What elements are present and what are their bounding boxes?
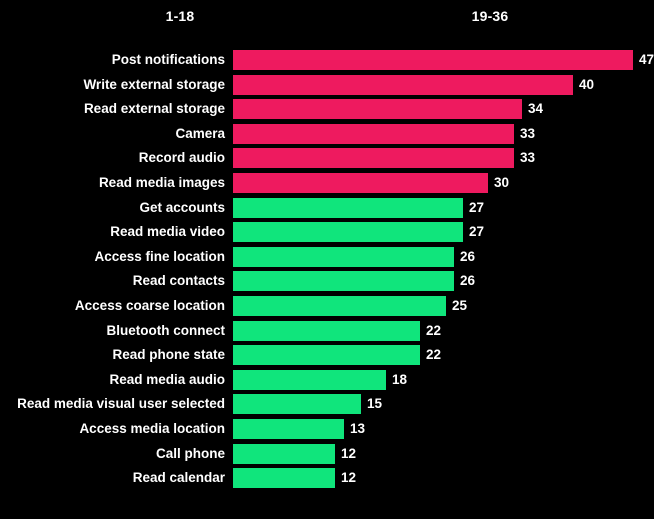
bar-category-label: Read contacts	[132, 273, 225, 289]
bar-value-label: 15	[367, 396, 383, 412]
bar[interactable]	[233, 419, 344, 439]
bar-category-label: Read media video	[110, 224, 225, 240]
bar-value-label: 12	[341, 470, 357, 486]
bar[interactable]	[233, 222, 463, 243]
bar-value-label: 12	[341, 445, 357, 461]
bar-value-label: 40	[579, 76, 595, 92]
bar-row: Camera 33	[0, 123, 654, 144]
group-header-1-18: 1-18	[165, 8, 195, 24]
bar-value-label: 26	[460, 248, 476, 264]
bar[interactable]	[233, 173, 488, 193]
bar-row: Read external storage 34	[0, 99, 654, 120]
bar-row: Access fine location 26	[0, 246, 654, 267]
bar-value-label: 27	[469, 224, 485, 240]
bar[interactable]	[233, 345, 420, 366]
bar-value-label: 18	[392, 371, 408, 387]
bar-value-label: 22	[426, 322, 442, 338]
bar-category-label: Call phone	[155, 445, 225, 461]
bar[interactable]	[233, 50, 633, 70]
bar-value-label: 13	[350, 421, 366, 436]
bar[interactable]	[233, 74, 573, 95]
bar-row: Read phone state 22	[0, 345, 654, 366]
bar-value-label: 26	[460, 273, 476, 289]
bar[interactable]	[233, 123, 514, 144]
bar-value-label: 34	[528, 101, 544, 117]
bar-row: Read media images 30	[0, 173, 654, 193]
bar[interactable]	[233, 197, 463, 218]
bar-row: Post notifications 47	[0, 50, 654, 70]
bar-category-label: Record audio	[138, 150, 225, 166]
bar-value-label: 22	[426, 347, 442, 363]
bar-value-label: 30	[494, 175, 510, 190]
bar-category-label: Bluetooth connect	[106, 322, 226, 338]
bar[interactable]	[233, 468, 335, 489]
bar-row: Get accounts 27	[0, 197, 654, 218]
bar-row: Access media location 13	[0, 419, 654, 439]
bar-category-label: Post notifications	[111, 52, 225, 67]
bar-category-label: Access coarse location	[74, 298, 225, 313]
bar-row: Read media video 27	[0, 222, 654, 243]
bar-value-label: 25	[452, 298, 468, 313]
bar[interactable]	[233, 394, 361, 415]
bar-value-label: 33	[520, 150, 536, 166]
bar-category-label: Read media images	[98, 175, 225, 190]
bar-category-label: Read calendar	[132, 470, 225, 486]
bar-value-label: 47	[639, 52, 654, 67]
bar-value-label: 33	[520, 125, 536, 141]
bar-category-label: Get accounts	[139, 199, 225, 215]
bar[interactable]	[233, 99, 522, 120]
bar[interactable]	[233, 443, 335, 464]
bar-row: Access coarse location 25	[0, 296, 654, 316]
bar-row: Call phone 12	[0, 443, 654, 464]
bar[interactable]	[233, 296, 446, 316]
bar-value-label: 27	[469, 199, 485, 215]
bar-category-label: Read media audio	[109, 371, 225, 387]
bar-row: Read calendar 12	[0, 468, 654, 489]
bar-row: Read contacts 26	[0, 271, 654, 292]
chart-canvas: 1-18 19-36 Post notifications 47 Write ext…	[0, 0, 654, 519]
bar[interactable]	[233, 148, 514, 169]
bar-row: Record audio 33	[0, 148, 654, 169]
bar-row: Read media visual user selected 15	[0, 394, 654, 415]
bar-category-label: Read external storage	[83, 101, 225, 117]
bar[interactable]	[233, 246, 454, 267]
bar-plot-area: Post notifications 47 Write external stora…	[0, 44, 654, 504]
bar-category-label: Read media visual user selected	[17, 396, 225, 412]
group-header-row: 1-18 19-36	[0, 0, 654, 42]
bar-category-label: Write external storage	[83, 76, 225, 92]
bar[interactable]	[233, 320, 420, 341]
bar-row: Write external storage 40	[0, 74, 654, 95]
bar-category-label: Camera	[175, 125, 225, 141]
bar-row: Bluetooth connect 22	[0, 320, 654, 341]
bar-category-label: Read phone state	[112, 347, 225, 363]
bar[interactable]	[233, 369, 386, 390]
group-header-19-36: 19-36	[471, 8, 509, 24]
bar-category-label: Access media location	[79, 421, 225, 436]
bar-row: Read media audio 18	[0, 369, 654, 390]
bar-category-label: Access fine location	[94, 248, 225, 264]
bar[interactable]	[233, 271, 454, 292]
